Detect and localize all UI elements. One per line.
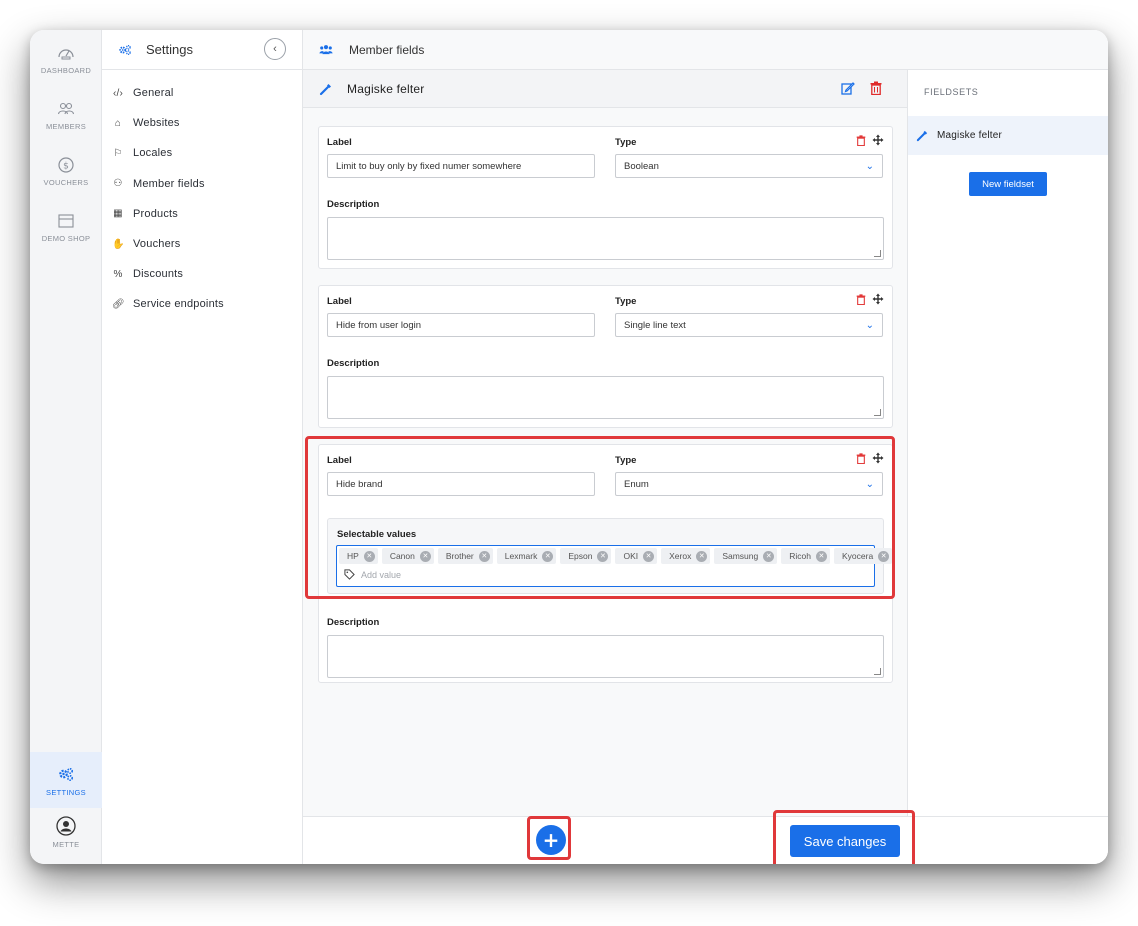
save-changes-button[interactable]: Save changes: [790, 825, 900, 857]
cogs-icon: [119, 44, 131, 55]
fieldset-item[interactable]: Magiske felter: [908, 116, 1108, 155]
nav-item-websites[interactable]: ⌂ Websites: [102, 108, 302, 138]
fieldsets-panel: FIELDSETS Magiske felter New fieldset: [908, 70, 1108, 816]
fieldset-editor: Magiske felter Label Type Limit to buy o…: [303, 70, 908, 816]
rail-label-user: METTE: [52, 840, 80, 849]
rail-label-demo-shop: DEMO SHOP: [41, 234, 91, 243]
chevron-down-icon: ⌄: [865, 320, 874, 331]
app-window: DASHBOARD MEMBERS $ VOUCHERS DEMO SHOP S…: [30, 30, 1108, 864]
shop-icon: [58, 214, 74, 228]
cogs-icon: [59, 767, 74, 782]
fieldset-header: Magiske felter: [303, 70, 907, 108]
field-description-textarea[interactable]: [327, 217, 884, 260]
link-icon: 🔗︎: [112, 298, 125, 310]
nav-item-service-endpoints[interactable]: 🔗︎ Service endpoints: [102, 289, 302, 319]
svg-text:$: $: [63, 162, 69, 172]
collapse-nav-button[interactable]: ‹: [264, 38, 286, 60]
home-icon: ⌂: [114, 117, 122, 129]
nav-item-label: Discounts: [133, 268, 184, 281]
members-icon: [319, 45, 333, 55]
main-header: Member fields: [303, 30, 1108, 70]
description-caption: Description: [327, 358, 380, 369]
field-type-select[interactable]: Boolean ⌄: [615, 154, 883, 178]
wand-icon: [916, 130, 928, 142]
move-icon[interactable]: [872, 134, 884, 146]
add-field-button[interactable]: +: [536, 825, 566, 855]
field-card: Label Type Hide from user login Single l…: [318, 285, 893, 428]
nav-item-general[interactable]: ‹/› General: [102, 78, 302, 108]
nav-item-member-fields[interactable]: ⚇ Member fields: [102, 169, 302, 199]
rail-item-settings[interactable]: SETTINGS: [30, 752, 102, 808]
editor-footer: + Save changes: [303, 810, 1108, 864]
nav-item-label: Service endpoints: [133, 298, 224, 311]
settings-nav-header: Settings ‹: [102, 30, 302, 70]
code-icon: ‹/›: [112, 87, 124, 99]
fieldset-item-label: Magiske felter: [937, 130, 1003, 141]
trash-icon[interactable]: [856, 135, 866, 146]
field-card: Label Type Limit to buy only by fixed nu…: [318, 126, 893, 269]
field-type-value: Boolean: [624, 161, 659, 172]
new-fieldset-button[interactable]: New fieldset: [969, 172, 1047, 196]
settings-nav: Settings ‹ ‹/› General ⌂ Websites ⚐ Locales…: [102, 30, 303, 864]
nav-item-label: Locales: [133, 147, 173, 160]
trash-icon[interactable]: [856, 294, 866, 305]
page-title: Member fields: [349, 42, 425, 57]
nav-item-locales[interactable]: ⚐ Locales: [102, 138, 302, 168]
chevron-down-icon: ⌄: [865, 161, 874, 172]
rail-label-members: MEMBERS: [45, 122, 87, 131]
highlight-frame: [305, 436, 895, 599]
boxes-icon: ▦: [113, 208, 123, 220]
rail-item-user[interactable]: METTE: [30, 816, 102, 849]
nav-item-discounts[interactable]: % Discounts: [102, 259, 302, 289]
label-caption: Label: [327, 296, 352, 307]
field-label-input[interactable]: Limit to buy only by fixed numer somewhe…: [327, 154, 595, 178]
app-rail: DASHBOARD MEMBERS $ VOUCHERS DEMO SHOP S…: [30, 30, 102, 864]
plus-icon: +: [542, 828, 560, 852]
field-type-value: Single line text: [624, 320, 686, 331]
label-caption: Label: [327, 137, 352, 148]
wand-icon: [319, 83, 331, 95]
members-icon: ⚇: [113, 178, 123, 190]
description-caption: Description: [327, 617, 380, 628]
rail-label-settings: SETTINGS: [46, 788, 86, 797]
move-icon[interactable]: [872, 293, 884, 305]
members-icon: [57, 102, 75, 115]
nav-item-label: Member fields: [133, 177, 205, 190]
description-caption: Description: [327, 199, 380, 210]
type-caption: Type: [615, 137, 637, 148]
edit-icon[interactable]: [841, 81, 855, 95]
flag-icon: ⚐: [113, 147, 123, 159]
nav-item-products[interactable]: ▦ Products: [102, 199, 302, 229]
settings-nav-list: ‹/› General ⌂ Websites ⚐ Locales ⚇ Member fi…: [102, 70, 302, 320]
rail-label-dashboard: DASHBOARD: [40, 66, 92, 75]
trash-icon[interactable]: [870, 81, 882, 95]
fieldset-title: Magiske felter: [347, 81, 425, 96]
rail-label-vouchers: VOUCHERS: [43, 178, 89, 187]
settings-nav-title: Settings: [146, 42, 193, 57]
voucher-icon: $: [58, 157, 74, 173]
rail-item-vouchers[interactable]: $ VOUCHERS: [30, 156, 102, 187]
hand-coin-icon: ✋: [112, 238, 125, 250]
nav-item-label: Vouchers: [133, 238, 181, 251]
field-description-textarea[interactable]: [327, 376, 884, 419]
rail-item-members[interactable]: MEMBERS: [30, 100, 102, 131]
type-caption: Type: [615, 296, 637, 307]
gauge-icon: [58, 49, 74, 60]
percent-icon: %: [113, 268, 123, 280]
field-label-input[interactable]: Hide from user login: [327, 313, 595, 337]
nav-item-vouchers[interactable]: ✋ Vouchers: [102, 229, 302, 259]
nav-item-label: Websites: [133, 117, 180, 130]
rail-item-dashboard[interactable]: DASHBOARD: [30, 44, 102, 75]
field-type-select[interactable]: Single line text ⌄: [615, 313, 883, 337]
nav-item-label: Products: [133, 207, 179, 220]
fieldsets-caption: FIELDSETS: [924, 87, 979, 97]
user-avatar-icon: [56, 816, 76, 836]
main-area: Member fields Magiske felter Label Type …: [303, 30, 1108, 864]
rail-item-demo-shop[interactable]: DEMO SHOP: [30, 212, 102, 243]
field-description-textarea[interactable]: [327, 635, 884, 678]
nav-item-label: General: [133, 87, 174, 100]
chevron-left-icon: ‹: [273, 43, 277, 55]
